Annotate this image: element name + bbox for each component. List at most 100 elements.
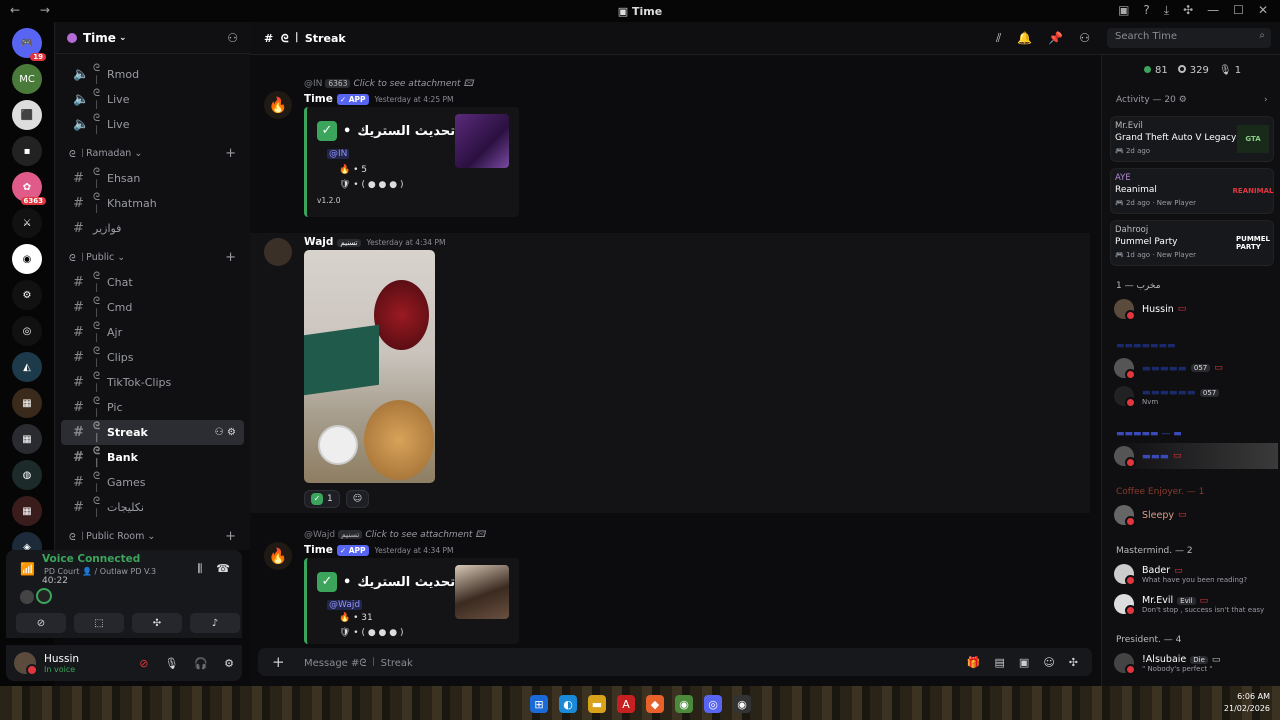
avatar[interactable] — [264, 238, 292, 266]
bell-icon[interactable]: 🔔 — [1017, 31, 1032, 46]
member-item[interactable]: Mr.Evil Evil ▭ Don't stop , success isn't t… — [1114, 591, 1278, 617]
avatar[interactable]: 🔥 — [264, 542, 292, 570]
server-folder[interactable]: ▦ — [12, 424, 42, 454]
server-icon[interactable]: ▦ — [12, 388, 42, 418]
text-channel[interactable]: # ᘓ꒐ نكليجات — [61, 495, 244, 520]
members-icon[interactable]: ⚇ — [1079, 31, 1090, 46]
camera-off-icon[interactable]: ⊘ — [139, 657, 148, 670]
member-item[interactable]: ▬▬▬▬▬ 057 ▭ — [1114, 355, 1278, 381]
system-clock[interactable]: 6:06 AM 21/02/2026 — [1224, 691, 1270, 715]
member-item[interactable]: ▬▬▬▬▬▬ 057 Nvm — [1114, 383, 1278, 409]
edge-icon[interactable]: ◐ — [559, 695, 577, 713]
message-author[interactable]: Time ✓ APP Yesterday at 4:34 PM — [304, 544, 453, 556]
server-icon[interactable]: MC — [12, 64, 42, 94]
server-icon[interactable]: ◎ — [12, 316, 42, 346]
microphone-icon[interactable]: 🎙 — [164, 657, 178, 670]
server-icon[interactable]: ⚔ — [12, 208, 42, 238]
search-input[interactable]: Search Time ⌕ — [1107, 28, 1271, 48]
voice-status[interactable]: Voice Connected — [42, 553, 140, 565]
embed-thumbnail[interactable] — [455, 114, 509, 168]
voice-channel[interactable]: 🔈 ᘓ꒐ Live — [61, 112, 244, 137]
text-channel[interactable]: # ᘓ꒐ Clips — [61, 345, 244, 370]
category-public-room[interactable]: ᘓ ꒐ Public Room ⌄ + — [55, 524, 250, 549]
attach-icon[interactable]: + — [272, 653, 285, 671]
avatar[interactable] — [14, 652, 38, 676]
camera-off-button[interactable]: ⊘ — [16, 613, 66, 633]
text-channel[interactable]: # ᘓ꒐ Cmd — [61, 295, 244, 320]
activity-header[interactable]: Activity — 20 ⚙ › — [1116, 95, 1268, 105]
discord-icon[interactable]: ◎ — [704, 695, 722, 713]
server-icon[interactable]: ◭ — [12, 352, 42, 382]
screen-share-button[interactable]: ⬚ — [74, 613, 124, 633]
help-icon[interactable]: ? — [1143, 3, 1149, 18]
username[interactable]: Hussin — [44, 653, 79, 665]
category-public[interactable]: ᘓ ꒐ Public ⌄ + — [55, 245, 250, 270]
sticker-icon[interactable]: ▣ — [1019, 656, 1029, 669]
text-channel[interactable]: # ᘓ꒐ Khatmah — [61, 191, 244, 216]
add-reaction-button[interactable]: ☺ — [345, 490, 370, 508]
add-member-icon[interactable]: ⚇ — [227, 31, 238, 45]
reaction-check[interactable]: ✓ 1 — [304, 490, 340, 508]
minimize-button[interactable]: — — [1207, 3, 1219, 18]
server-icon[interactable]: ▪ — [12, 136, 42, 166]
threads-icon[interactable]: ⫽ — [996, 31, 1001, 46]
text-channel[interactable]: # ᘓ꒐ Chat — [61, 270, 244, 295]
noise-suppression-icon[interactable]: ⫼ — [197, 562, 202, 576]
pin-icon[interactable]: 📌 — [1048, 31, 1063, 46]
gif-icon[interactable]: ▤ — [995, 656, 1005, 669]
server-icon[interactable]: ⚙ — [12, 280, 42, 310]
message-author[interactable]: Wajd تسنيم Yesterday at 4:34 PM — [304, 236, 445, 248]
app-icon[interactable]: A — [617, 695, 635, 713]
member-item[interactable]: Sleepy ▭ — [1114, 502, 1278, 528]
server-icon[interactable]: ◍ — [12, 460, 42, 490]
member-item[interactable]: Bader ▭ What have you been reading? — [1114, 561, 1278, 587]
add-channel-icon[interactable]: + — [225, 250, 236, 265]
voice-channel[interactable]: 🔈 ᘓ꒐ Live — [61, 87, 244, 112]
activity-card[interactable]: Mr.Evil Grand Theft Auto V Legacy 🎮 2d a… — [1110, 116, 1274, 162]
disconnect-icon[interactable]: ☎ — [216, 562, 230, 576]
text-channel-active[interactable]: # ᘓ꒐ Streak ⚇ ⚙ — [61, 420, 244, 445]
member-item[interactable]: ▬▬▬ ▭ — [1114, 443, 1278, 469]
image-attachment[interactable] — [304, 250, 435, 483]
emoji-icon[interactable]: ☺ — [1043, 656, 1054, 669]
reply-preview[interactable]: @Wajd تسنيم Click to see attachment 🖾 — [304, 527, 485, 543]
embed-thumbnail[interactable] — [455, 565, 509, 619]
download-icon[interactable]: ⤓ — [1164, 3, 1169, 18]
category-ramadan[interactable]: ᘓ ꒐ Ramadan ⌄ + — [55, 141, 250, 166]
message-composer[interactable]: + Message #ᘓ ꒐ Streak 🎁 ▤ ▣ ☺ ✣ — [258, 648, 1092, 676]
server-folder[interactable]: ▦ — [12, 496, 42, 526]
chrome-icon[interactable]: ◉ — [675, 695, 693, 713]
home-button[interactable]: 🎮 19 — [12, 28, 46, 61]
text-channel[interactable]: # ᘓ꒐ Games — [61, 470, 244, 495]
activity-card[interactable]: Dahrooj Pummel Party 🎮 1d ago · New Play… — [1110, 220, 1274, 266]
mention[interactable]: @Wajd — [327, 600, 363, 610]
mention[interactable]: @IN — [327, 149, 350, 159]
add-channel-icon[interactable]: + — [225, 146, 236, 161]
activity-card[interactable]: AYE Reanimal 🎮 2d ago · New Player REANI… — [1110, 168, 1274, 214]
text-channel[interactable]: # ᘓ꒐ Ajr — [61, 320, 244, 345]
maximize-button[interactable]: ☐ — [1233, 3, 1244, 18]
avatar[interactable]: 🔥 — [264, 91, 292, 119]
inbox-icon[interactable]: ▣ — [1118, 3, 1129, 18]
settings-icon[interactable]: ⚙ — [224, 657, 234, 670]
apps-icon[interactable]: ✣ — [1069, 656, 1078, 669]
member-item[interactable]: !Alsubaie Die ▭ " Nobody's perfect " — [1114, 650, 1278, 676]
server-icon[interactable]: ✿ 6363 — [12, 172, 46, 205]
start-icon[interactable]: ⊞ — [530, 695, 548, 713]
reply-preview[interactable]: @IN 6363 Click to see attachment 🖾 — [304, 76, 473, 92]
text-channel[interactable]: # ᘓ꒐ Ehsan — [61, 166, 244, 191]
headphones-icon[interactable]: 🎧 — [194, 657, 208, 670]
gift-icon[interactable]: 🎁 — [967, 656, 981, 669]
text-channel[interactable]: # ᘓ꒐ Pic — [61, 395, 244, 420]
close-button[interactable]: ✕ — [1258, 3, 1268, 18]
member-item[interactable]: Hussin ▭ — [1114, 296, 1278, 322]
text-channel[interactable]: # فوازير — [61, 216, 244, 241]
text-channel[interactable]: # ᘓ꒐ Bank — [61, 445, 244, 470]
add-channel-icon[interactable]: + — [225, 529, 236, 544]
folder-icon[interactable]: ▬ — [588, 695, 606, 713]
activities-button[interactable]: ✣ — [132, 613, 182, 633]
message-author[interactable]: Time ✓ APP Yesterday at 4:25 PM — [304, 93, 453, 105]
text-channel[interactable]: # ᘓ꒐ TikTok-Clips — [61, 370, 244, 395]
soundboard-button[interactable]: ♪ — [190, 613, 240, 633]
app-icon[interactable]: ◉ — [733, 695, 751, 713]
